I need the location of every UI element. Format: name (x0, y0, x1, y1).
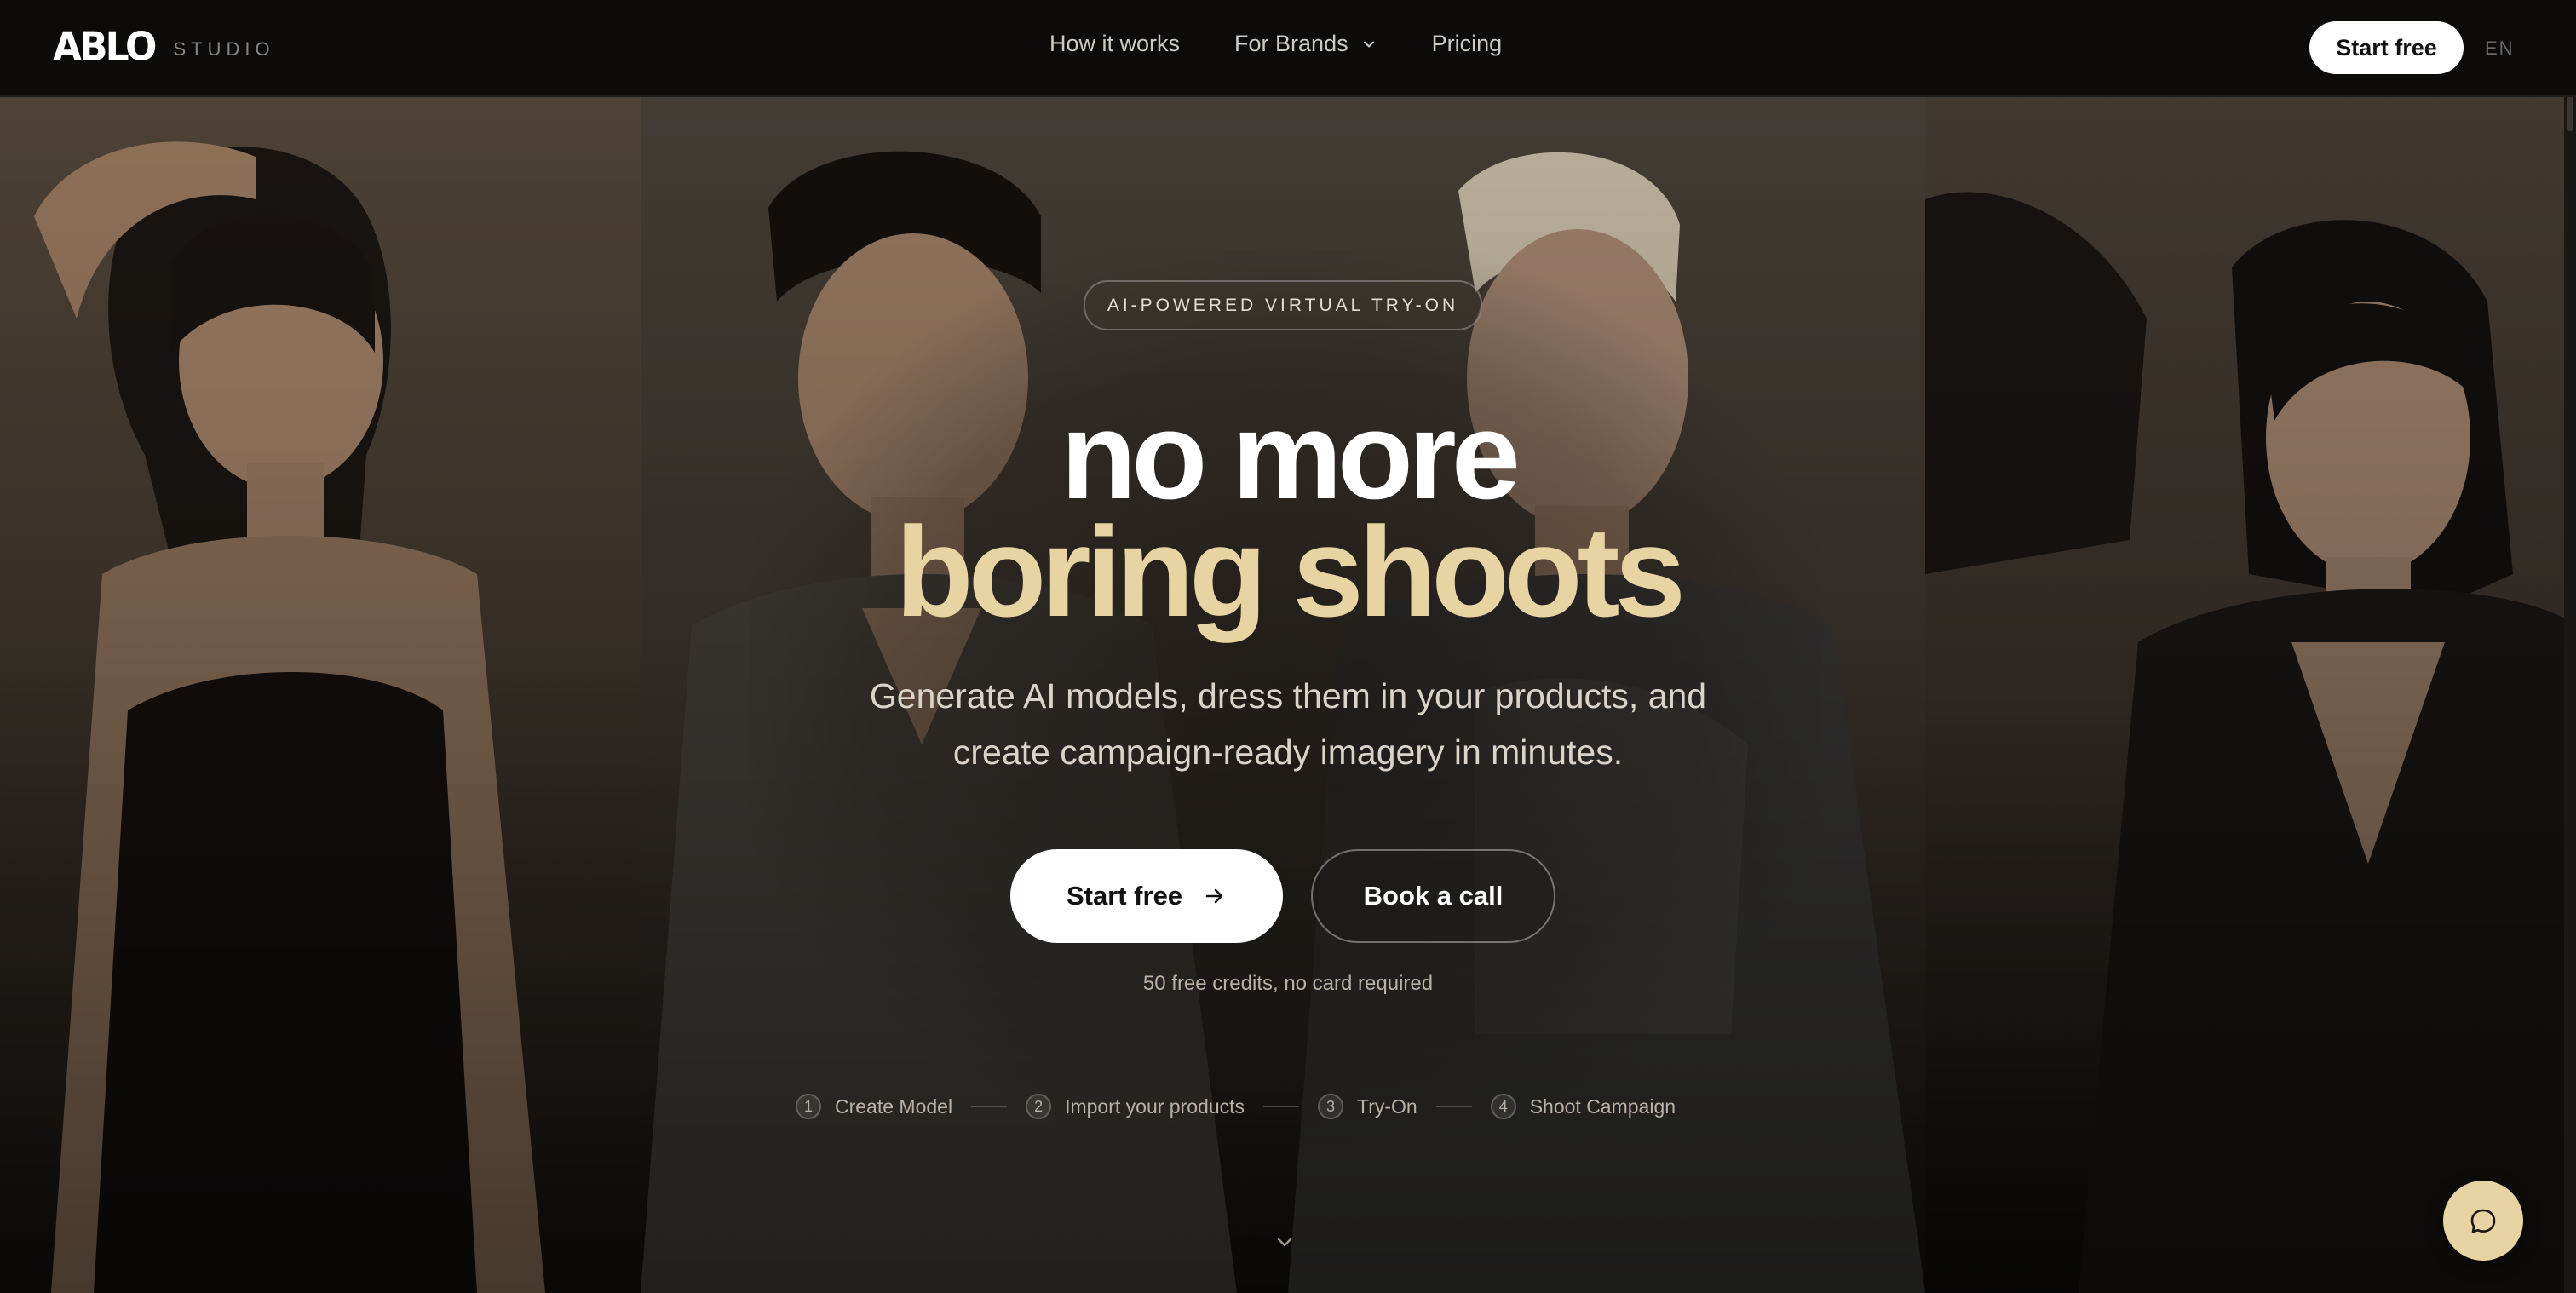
step-number: 1 (796, 1094, 821, 1119)
step-number: 3 (1318, 1094, 1343, 1119)
step-divider (1263, 1106, 1299, 1107)
step-import-products: 2 Import your products (1026, 1094, 1245, 1119)
nav-link-label: For Brands (1234, 31, 1348, 56)
chevron-down-icon (1363, 41, 1374, 47)
hero-badge: AI-POWERED VIRTUAL TRY-ON (1084, 280, 1482, 330)
language-switcher[interactable]: EN (2485, 37, 2515, 60)
step-create-model: 1 Create Model (796, 1094, 952, 1119)
book-a-call-button[interactable]: Book a call (1311, 849, 1555, 943)
hero-headline-line2: boring shoots (895, 500, 1686, 643)
nav-pricing[interactable]: Pricing (1432, 31, 1503, 57)
step-try-on: 3 Try-On (1318, 1094, 1417, 1119)
free-credits-note: 50 free credits, no card required (1142, 972, 1434, 995)
arrow-right-icon (1205, 888, 1223, 904)
nav-link-label: Pricing (1431, 31, 1503, 56)
step-label: Try-On (1357, 1095, 1417, 1118)
hero-subtitle: Generate AI models, dress them in your p… (767, 668, 1809, 780)
top-navigation: ABLO STUDIO How it works For Brands Pric… (0, 0, 2576, 97)
hero-subtitle-line1: Generate AI models, dress them in your p… (869, 676, 1707, 715)
hero-subtitle-line2: create campaign-ready imagery in minutes… (952, 733, 1624, 772)
step-shoot-campaign: 4 Shoot Campaign (1490, 1094, 1676, 1119)
hero-image-left (0, 97, 641, 1293)
logo-mark: ABLO (53, 24, 157, 71)
hero-cta-group: Start free Book a call (1010, 849, 1555, 943)
step-divider (971, 1106, 1008, 1107)
chat-button[interactable] (2443, 1181, 2523, 1261)
step-number: 2 (1026, 1094, 1052, 1119)
logo-subtitle: STUDIO (173, 37, 275, 60)
nav-link-label: How it works (1049, 31, 1181, 56)
step-divider (1435, 1106, 1472, 1107)
nav-for-brands[interactable]: For Brands (1234, 31, 1377, 57)
main-nav: How it works For Brands Pricing (1049, 31, 1502, 57)
step-number: 4 (1490, 1094, 1516, 1119)
nav-how-it-works[interactable]: How it works (1049, 31, 1180, 57)
start-free-button[interactable]: Start free (1010, 849, 1283, 943)
step-label: Create Model (835, 1095, 953, 1118)
header-start-free-button[interactable]: Start free (2309, 21, 2464, 74)
page-scrollbar[interactable] (2564, 0, 2576, 1293)
start-free-label: Start free (1066, 881, 1183, 911)
step-label: Shoot Campaign (1529, 1095, 1676, 1118)
process-steps: 1 Create Model 2 Import your products 3 … (796, 1094, 1676, 1119)
step-label: Import your products (1065, 1095, 1245, 1118)
hero-image-right (1925, 97, 2576, 1293)
scroll-down-chevron-icon[interactable] (1273, 1231, 1297, 1255)
chat-bubble-icon (2470, 1209, 2496, 1233)
logo[interactable]: ABLO STUDIO (53, 24, 275, 71)
